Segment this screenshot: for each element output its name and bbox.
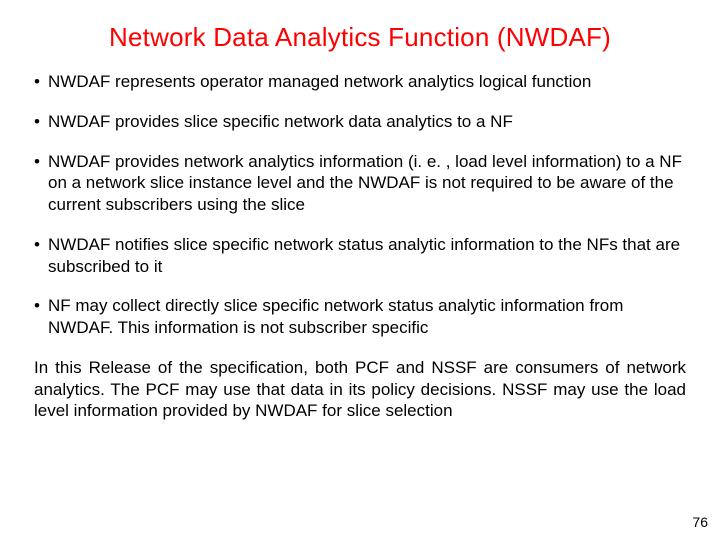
bullet-item: NF may collect directly slice specific n… bbox=[34, 295, 686, 339]
slide-title: Network Data Analytics Function (NWDAF) bbox=[28, 22, 692, 53]
page-number: 76 bbox=[692, 514, 708, 530]
bullet-item: NWDAF represents operator managed networ… bbox=[34, 71, 686, 93]
bullet-list: NWDAF represents operator managed networ… bbox=[28, 71, 692, 339]
bullet-item: NWDAF provides network analytics informa… bbox=[34, 151, 686, 216]
bullet-item: NWDAF provides slice specific network da… bbox=[34, 111, 686, 133]
body-paragraph: In this Release of the specification, bo… bbox=[28, 357, 692, 422]
slide: Network Data Analytics Function (NWDAF) … bbox=[0, 0, 720, 540]
bullet-item: NWDAF notifies slice specific network st… bbox=[34, 234, 686, 278]
